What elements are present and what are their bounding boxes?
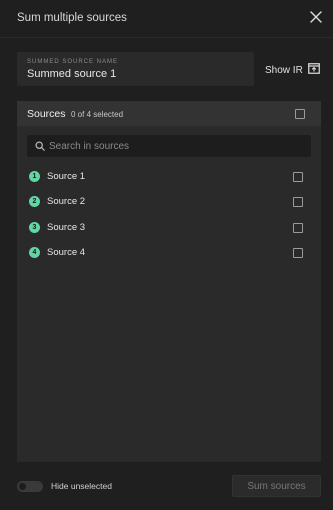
summed-source-name-label: SUMMED SOURCE NAME (27, 59, 119, 65)
toggle-knob (19, 483, 26, 490)
source-row-2[interactable]: 2 Source 2 (27, 192, 311, 212)
source-number-badge: 2 (29, 196, 40, 207)
summed-source-name-value[interactable]: Summed source 1 (27, 68, 116, 80)
select-all-checkbox[interactable] (295, 109, 305, 119)
sources-panel: Sources 0 of 4 selected 1 Source 1 2 Sou… (17, 101, 321, 462)
source-label: Source 3 (47, 222, 86, 233)
source-checkbox[interactable] (293, 197, 303, 207)
source-label: Source 1 (47, 171, 86, 182)
source-label: Source 4 (47, 247, 86, 258)
show-ir-button[interactable]: Show IR (265, 63, 320, 77)
summed-source-name-field[interactable]: SUMMED SOURCE NAME Summed source 1 (17, 52, 254, 86)
source-row-1[interactable]: 1 Source 1 (27, 167, 311, 187)
source-number-badge: 3 (29, 222, 40, 233)
source-checkbox[interactable] (293, 223, 303, 233)
source-label: Source 2 (47, 196, 86, 207)
hide-unselected-toggle[interactable] (17, 481, 43, 492)
sum-sources-button[interactable]: Sum sources (232, 475, 321, 497)
source-number-badge: 4 (29, 247, 40, 258)
hide-unselected-label: Hide unselected (51, 481, 112, 491)
sources-panel-header: Sources 0 of 4 selected (17, 101, 321, 126)
source-checkbox[interactable] (293, 248, 303, 258)
search-input[interactable] (49, 135, 304, 157)
dialog-header: Sum multiple sources (0, 0, 333, 38)
search-icon (35, 141, 45, 151)
source-row-3[interactable]: 3 Source 3 (27, 218, 311, 238)
close-icon[interactable] (309, 10, 323, 24)
sources-title: Sources (27, 108, 66, 120)
open-panel-icon (307, 63, 320, 77)
source-row-4[interactable]: 4 Source 4 (27, 243, 311, 263)
show-ir-label: Show IR (265, 64, 303, 76)
source-number-badge: 1 (29, 171, 40, 182)
selected-count: 0 of 4 selected (71, 110, 124, 119)
search-box[interactable] (27, 135, 311, 157)
dialog-title: Sum multiple sources (17, 12, 127, 24)
sum-sources-dialog: Sum multiple sources SUMMED SOURCE NAME … (0, 0, 333, 510)
source-checkbox[interactable] (293, 172, 303, 182)
